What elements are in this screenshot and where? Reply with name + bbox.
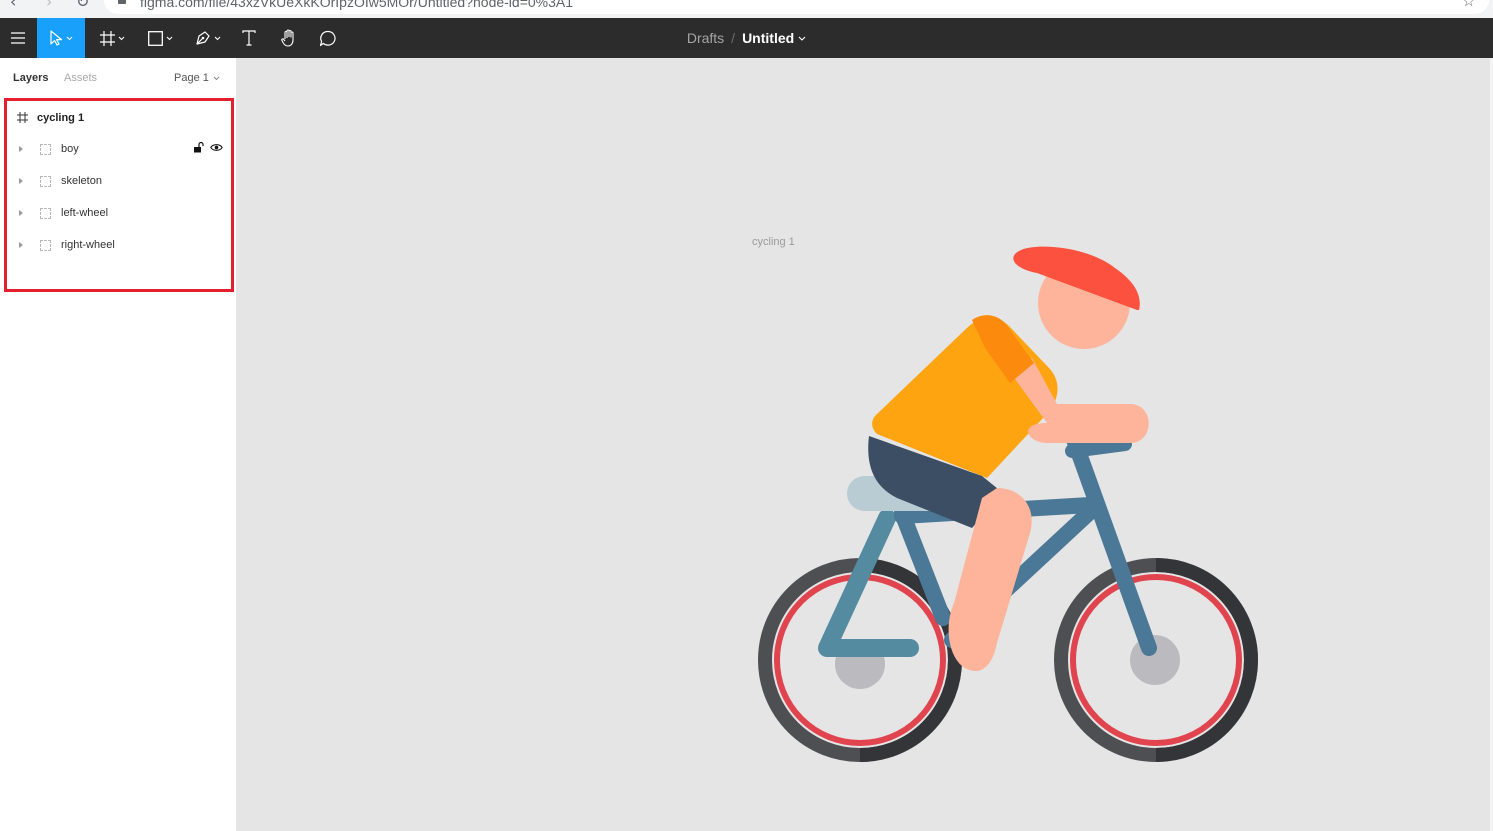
rectangle-icon <box>147 30 163 46</box>
browser-bar: ‹ › ↻ figma.com/file/43xzVkUeXkKOrIpzOIw… <box>0 0 1493 18</box>
page-name: Page 1 <box>174 72 209 84</box>
text-icon <box>242 30 256 46</box>
chevron-down-icon <box>118 36 124 40</box>
text-tool-button[interactable] <box>236 18 262 58</box>
panel-tabs: Layers Assets Page 1 <box>0 58 236 98</box>
pen-icon <box>196 31 210 45</box>
expand-arrow-icon[interactable] <box>19 242 23 248</box>
expand-arrow-icon[interactable] <box>19 210 23 216</box>
chevron-down-icon <box>166 36 172 40</box>
layer-row-boy[interactable]: boy <box>7 133 229 165</box>
frame-tool-button[interactable] <box>92 18 132 58</box>
frame-icon <box>99 30 115 46</box>
layer-name: boy <box>61 143 79 155</box>
layer-row-left-wheel[interactable]: left-wheel <box>7 197 229 229</box>
chevron-down-icon <box>798 36 806 41</box>
expand-arrow-icon[interactable] <box>19 178 23 184</box>
layer-name: left-wheel <box>61 207 109 219</box>
hand-icon <box>281 29 294 47</box>
chevron-down-icon <box>214 36 221 40</box>
eye-icon[interactable] <box>210 143 223 152</box>
breadcrumb-separator: / <box>731 30 736 46</box>
page-selector[interactable]: Page 1 <box>174 72 220 84</box>
layer-row-frame[interactable]: cycling 1 <box>7 101 229 133</box>
right-wheel[interactable] <box>1054 558 1258 762</box>
chevron-down-icon <box>213 76 220 80</box>
group-icon <box>40 208 51 219</box>
main-menu-button[interactable] <box>0 18 35 58</box>
group-icon <box>40 144 51 155</box>
layer-row-skeleton[interactable]: skeleton <box>7 165 229 197</box>
back-icon[interactable]: ‹ <box>10 0 16 11</box>
canvas[interactable]: cycling 1 <box>237 58 1493 831</box>
pen-tool-button[interactable] <box>188 18 228 58</box>
layers-panel: Layers Assets Page 1 cycling 1 boy skele… <box>0 58 237 831</box>
layer-name: cycling 1 <box>37 112 85 124</box>
file-name: Untitled <box>742 30 795 46</box>
comment-tool-button[interactable] <box>315 18 341 58</box>
frame-icon <box>17 112 28 123</box>
layer-name: skeleton <box>61 175 102 187</box>
comment-icon <box>319 30 336 46</box>
lock-icon <box>118 0 126 4</box>
file-name-menu[interactable]: Untitled <box>742 30 806 46</box>
layer-name: right-wheel <box>61 239 115 251</box>
cursor-icon <box>50 30 63 46</box>
chevron-down-icon <box>66 36 73 40</box>
tab-layers[interactable]: Layers <box>13 72 48 84</box>
shape-tool-button[interactable] <box>140 18 180 58</box>
bookmark-star-icon[interactable]: ☆ <box>1462 0 1475 10</box>
tab-assets[interactable]: Assets <box>64 72 97 84</box>
reload-icon[interactable]: ↻ <box>76 0 89 11</box>
toolbar: Drafts / Untitled <box>0 18 1493 58</box>
hand-tool-button[interactable] <box>276 18 302 58</box>
layer-row-right-wheel[interactable]: right-wheel <box>7 229 229 261</box>
forward-icon[interactable]: › <box>46 0 52 11</box>
layer-list-highlight: cycling 1 boy skeleton left-wheel right-… <box>4 98 234 292</box>
url-text[interactable]: figma.com/file/43xzVkUeXkKOrIpzOIw5MOr/U… <box>140 0 573 10</box>
group-icon <box>40 240 51 251</box>
breadcrumb-drafts-link[interactable]: Drafts <box>687 30 724 46</box>
group-icon <box>40 176 51 187</box>
boy[interactable] <box>847 246 1149 672</box>
unlock-icon[interactable] <box>193 141 204 153</box>
expand-arrow-icon[interactable] <box>19 146 23 152</box>
hamburger-icon <box>10 32 25 44</box>
handlebar <box>1065 437 1132 458</box>
cycling-illustration[interactable] <box>237 58 1493 831</box>
move-tool-button[interactable] <box>37 18 85 58</box>
